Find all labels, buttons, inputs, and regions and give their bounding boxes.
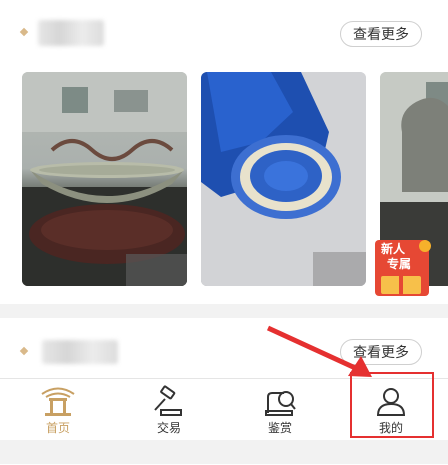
section-title-blurred — [42, 340, 118, 364]
section-marker-icon — [19, 27, 29, 37]
item-thumbnail-bowl[interactable] — [22, 72, 187, 286]
section-card-2: 查看更多 — [0, 318, 448, 378]
badge-line-2: 专属 — [387, 257, 412, 271]
tab-label: 交易 — [156, 421, 181, 435]
item-thumbnail-vase[interactable] — [201, 72, 366, 286]
tab-home[interactable]: 首页 — [13, 379, 103, 439]
gavel-icon — [154, 385, 182, 416]
appraise-magnifier-icon — [265, 391, 296, 416]
vase-photo — [201, 72, 366, 286]
badge-line-1: 新人 — [381, 242, 406, 256]
view-more-button[interactable]: 查看更多 — [340, 21, 422, 47]
new-user-badge[interactable]: 新人 专属 — [373, 238, 433, 298]
section-card-1: 查看更多 新人 专属 — [0, 0, 448, 304]
section-marker-icon — [19, 346, 29, 356]
tab-trade[interactable]: 交易 — [124, 379, 214, 439]
tab-label: 首页 — [45, 421, 70, 435]
pavilion-icon — [41, 387, 75, 416]
tab-appraise[interactable]: 鉴赏 — [235, 379, 325, 439]
highlight-box — [350, 372, 434, 438]
tab-label: 鉴赏 — [267, 421, 292, 435]
section-title-blurred — [38, 20, 104, 46]
bottom-strip — [0, 440, 448, 464]
bowl-photo — [22, 72, 187, 286]
